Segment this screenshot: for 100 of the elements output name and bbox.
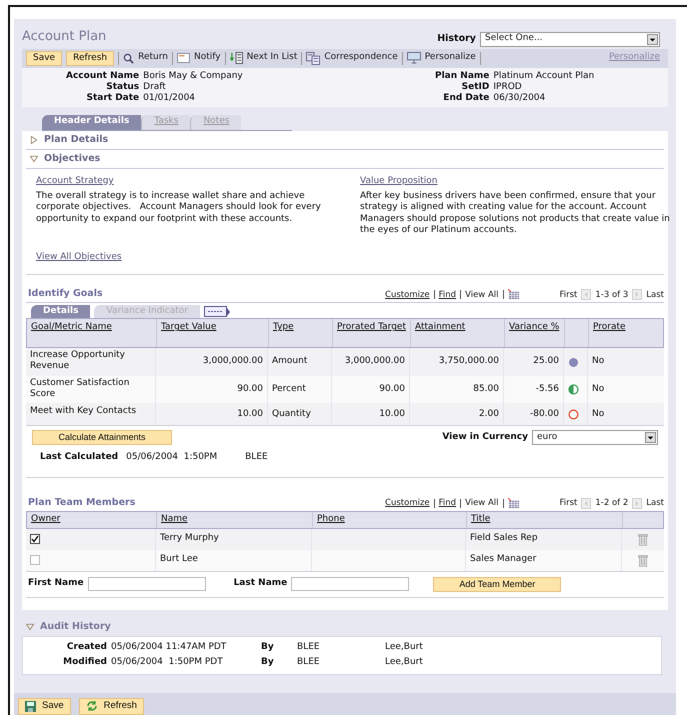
field-label: By — [261, 640, 275, 654]
section-title: Identify Goals — [27, 287, 103, 301]
column-header[interactable]: Owner — [31, 514, 60, 524]
field-value: Platinum Account Plan — [493, 70, 596, 82]
first-link[interactable]: First — [560, 497, 578, 510]
previous-icon[interactable] — [581, 498, 592, 510]
field-label: Last Calculated — [40, 451, 118, 464]
last-link[interactable]: Last — [646, 497, 664, 510]
field-value: 05/06/2004 11:47AM PDT — [111, 640, 228, 654]
field-label: Modified — [62, 656, 107, 670]
footer-button[interactable]: Save — [18, 698, 71, 715]
currency-dropdown[interactable]: euro — [532, 430, 658, 446]
trash-icon[interactable] — [638, 532, 648, 546]
table-cell-text: No — [592, 355, 604, 368]
next-icon[interactable] — [632, 498, 642, 510]
grid-link[interactable]: Find — [438, 288, 456, 302]
toolbar-action[interactable]: Notify — [176, 51, 221, 65]
field-value: Lee,Burt — [385, 640, 424, 654]
table-cell-text: 2.00 — [478, 408, 499, 420]
documents-icon — [306, 52, 320, 64]
table-cell-text: Quantity — [272, 408, 311, 420]
toolbar-button[interactable]: Save — [26, 50, 62, 66]
field-label: Status — [105, 82, 140, 92]
first-name-field[interactable] — [88, 577, 206, 591]
toolbar-action[interactable]: Next In List — [230, 51, 298, 65]
footer-button[interactable]: Refresh — [78, 698, 144, 715]
field-value: IPROD — [493, 82, 523, 92]
table-cell-text: Terry Murphy — [160, 532, 219, 546]
field-value: 06/30/2004 — [493, 92, 546, 104]
column-header[interactable]: Prorated Target — [337, 322, 406, 334]
field-value: BLEE — [297, 656, 321, 670]
table-cell-text: -80.00 — [530, 408, 559, 420]
column-header[interactable]: Prorate — [593, 322, 626, 332]
objective-text: The overall strategy is to increase wallet share and achieve corporate objectives. Account Managers should look for every opportunity to expand our footprint with these accounts. — [36, 190, 322, 225]
table-cell-text: Burt Lee — [160, 553, 198, 566]
column-header[interactable]: Attainment — [415, 322, 466, 334]
last-name-field[interactable] — [291, 577, 410, 591]
field-label: First Name — [28, 577, 84, 590]
field-value: Draft — [143, 82, 167, 92]
column-header[interactable]: Variance % — [509, 322, 560, 334]
owner-checkbox[interactable] — [30, 534, 40, 544]
column-header[interactable]: Type — [273, 322, 294, 334]
objective-text: After key business drivers have been confirmed, ensure that your strategy is aligned with creating value for the account. Account Managers should propose solutions not products that create value in the eyes of our Platinum accounts. — [360, 190, 671, 236]
column-header[interactable]: Phone — [317, 514, 345, 524]
field-value: 01/01/2004 — [143, 92, 196, 104]
list-icon — [230, 52, 243, 64]
show-all-columns-icon[interactable] — [204, 306, 230, 318]
toolbar-button[interactable]: Refresh — [66, 50, 114, 66]
collapse-icon[interactable] — [30, 154, 38, 163]
grid-link[interactable]: View All — [465, 288, 498, 302]
table-cell-text: 3,000,000.00 — [344, 355, 405, 368]
table-cell-text: No — [592, 408, 604, 420]
field-label: End Date — [442, 92, 490, 104]
table-cell-text: No — [592, 382, 604, 396]
toolbar-action[interactable]: Return — [123, 51, 168, 65]
collapse-icon[interactable] — [26, 622, 34, 631]
last-link[interactable]: Last — [646, 288, 664, 302]
section-title: Objectives — [44, 152, 100, 166]
grid-link[interactable]: Find — [438, 497, 456, 510]
field-label: Plan Name — [435, 70, 490, 82]
table-cell-text: Amount — [272, 355, 308, 368]
grid-icon[interactable] — [508, 498, 520, 510]
objective-link[interactable]: Value Proposition — [360, 175, 672, 188]
monitor-icon — [406, 52, 421, 64]
table-cell-text: Field Sales Rep — [470, 532, 538, 546]
column-header[interactable]: Target Value — [161, 322, 216, 334]
page-title: Account Plan — [22, 28, 106, 46]
table-cell-text: Percent — [272, 382, 306, 396]
toolbar-action[interactable]: Correspondence — [306, 51, 398, 65]
table-cell-text: 25.00 — [533, 355, 559, 368]
objective-link[interactable]: Account Strategy — [36, 175, 348, 188]
grid-icon[interactable] — [508, 289, 520, 300]
grid-link[interactable]: Customize — [385, 497, 430, 510]
calculate-attainments-button[interactable]: Calculate Attainments — [32, 430, 172, 446]
section-title: Audit History — [40, 620, 111, 634]
owner-checkbox[interactable] — [30, 555, 40, 565]
trash-icon[interactable] — [638, 554, 648, 566]
column-header[interactable]: Name — [161, 514, 188, 524]
previous-icon[interactable] — [581, 289, 592, 300]
toolbar-action[interactable]: Personalize — [406, 51, 476, 65]
section-title: Plan Team Members — [27, 496, 136, 510]
table-cell-text: 90.00 — [237, 382, 263, 396]
grid-link[interactable]: View All — [465, 497, 498, 510]
field-label: Start Date — [85, 92, 140, 104]
expand-icon[interactable] — [30, 136, 38, 144]
column-header[interactable]: Title — [471, 514, 490, 524]
envelope-icon — [176, 53, 190, 63]
field-value: 05/06/2004 1:50PM PDT — [111, 656, 224, 670]
field-label: View in Currency — [442, 431, 528, 444]
column-header[interactable]: Goal/Metric Name — [31, 322, 112, 334]
grid-link[interactable]: Customize — [385, 288, 430, 302]
next-icon[interactable] — [632, 289, 642, 300]
table-cell-text: 90.00 — [379, 382, 405, 396]
table-cell: Meet with Key Contacts — [30, 406, 136, 418]
first-link[interactable]: First — [560, 288, 578, 302]
add-team-member-button[interactable]: Add Team Member — [433, 576, 562, 592]
field-label: SetID — [462, 82, 490, 92]
history-dropdown[interactable]: Select One... — [480, 32, 660, 46]
view-all-objectives-link[interactable]: View All Objectives — [36, 250, 654, 264]
field-value: Lee,Burt — [385, 656, 424, 670]
